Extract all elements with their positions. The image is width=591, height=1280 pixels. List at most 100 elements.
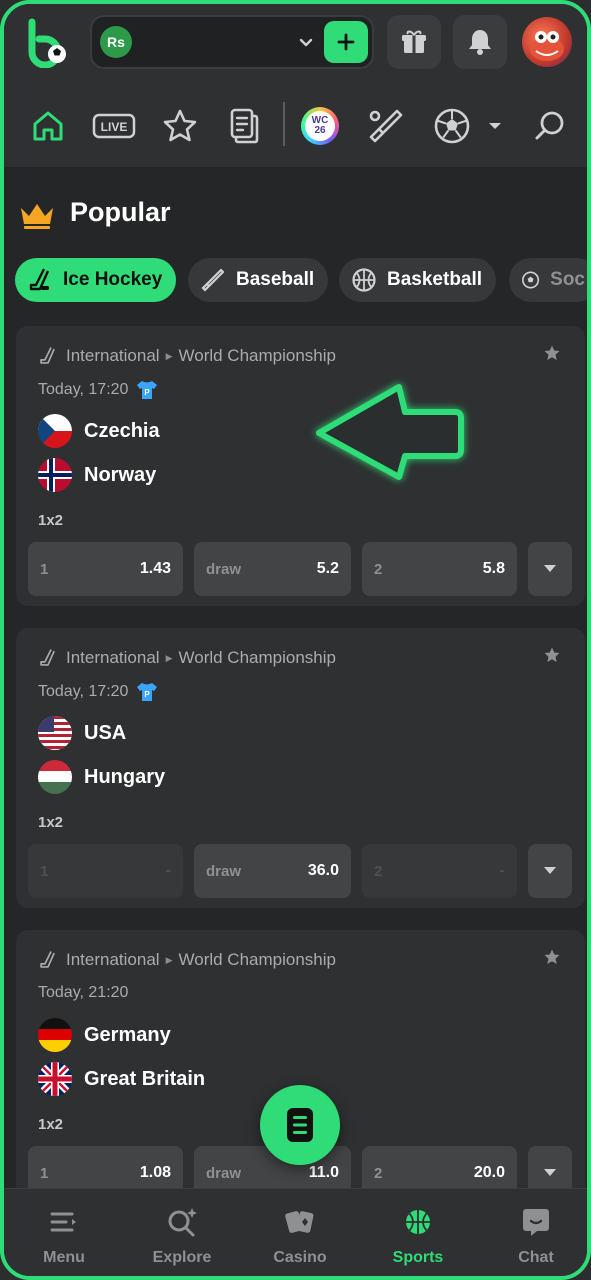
basketball-icon (352, 268, 376, 292)
bottom-nav-sports[interactable]: Sports (368, 1205, 468, 1267)
category-label: International (66, 648, 160, 667)
bottom-nav-chat[interactable]: Chat (486, 1205, 586, 1267)
odd-value: 5.8 (482, 560, 505, 577)
more-markets-button[interactable] (528, 542, 572, 596)
time-label: Today, 17:20 (38, 683, 129, 700)
odd-value: 11.0 (308, 1164, 339, 1181)
odd-label: draw (206, 862, 242, 880)
user-avatar[interactable] (522, 17, 572, 67)
hockey-icon (40, 347, 55, 364)
svg-text:P: P (145, 388, 151, 397)
match-time: Today, 17:20 P (38, 380, 158, 400)
home-icon[interactable] (26, 104, 70, 148)
logo-icon[interactable] (22, 18, 72, 69)
section-title: Popular (70, 197, 171, 227)
time-label: Today, 17:20 (38, 381, 129, 398)
match-card[interactable]: International ▶ World Championship Today… (16, 628, 585, 908)
app-frame: Rs LIVE WC 26 Popular Ice Hockey Basebal… (0, 0, 591, 1280)
odd-button-draw[interactable]: draw 36.0 (194, 844, 351, 898)
chip-basketball[interactable]: Basketball (339, 258, 497, 302)
more-markets-button[interactable] (528, 844, 572, 898)
odd-value: 1.43 (139, 560, 171, 577)
bottom-nav-casino[interactable]: Casino (250, 1205, 350, 1267)
odd-label: draw (206, 560, 242, 578)
odd-label: 1 (40, 1164, 49, 1182)
league-label: World Championship (178, 346, 336, 365)
bottom-nav-label: Explore (152, 1249, 212, 1266)
gift-icon (402, 30, 426, 53)
bell-icon (469, 30, 491, 55)
deposit-button[interactable] (324, 21, 368, 63)
live-icon[interactable]: LIVE (90, 104, 138, 148)
chip-soccer[interactable]: Soc (509, 258, 587, 302)
odd-label: 2 (374, 862, 383, 880)
hungary-flag-icon (38, 760, 72, 794)
svg-text:P: P (145, 690, 151, 699)
match-card[interactable]: International ▶ World Championship Today… (16, 930, 585, 1230)
bottom-nav-menu[interactable]: Menu (14, 1205, 114, 1267)
breadcrumb-separator-icon: ▶ (165, 652, 173, 663)
chevron-down-icon (544, 565, 556, 572)
betslip-icon (287, 1108, 313, 1142)
bottom-nav-label: Menu (43, 1249, 85, 1266)
odd-button-draw[interactable]: draw 5.2 (194, 542, 351, 596)
betslip-list-icon[interactable] (222, 104, 266, 148)
live-label: LIVE (101, 120, 128, 134)
chip-label: Basketball (387, 269, 483, 290)
bottom-nav-explore[interactable]: Explore (132, 1205, 232, 1267)
chip-baseball[interactable]: Baseball (188, 258, 329, 302)
star-icon[interactable] (543, 646, 561, 664)
cricket-icon[interactable] (364, 104, 408, 148)
chip-label: Baseball (236, 269, 315, 290)
category-label: International (66, 346, 160, 365)
bottom-nav-label: Sports (392, 1249, 444, 1266)
star-icon[interactable] (158, 104, 202, 148)
hockey-icon (29, 268, 50, 291)
baseball-bat-icon (201, 268, 225, 292)
world-cup-icon[interactable]: WC 26 (298, 104, 342, 148)
germany-flag-icon (38, 1018, 72, 1052)
wallet-selector[interactable]: Rs (90, 15, 374, 69)
odd-button-1[interactable]: 1 1.43 (28, 542, 183, 596)
odd-value: 20.0 (473, 1164, 505, 1181)
hockey-icon (40, 951, 55, 968)
chevron-down-icon[interactable] (296, 33, 316, 53)
star-icon[interactable] (543, 344, 561, 362)
team-name: Norway (84, 463, 157, 486)
shirt-icon: P (137, 381, 158, 399)
betslip-button[interactable] (260, 1085, 340, 1165)
market-label: 1x2 (38, 1116, 64, 1133)
odd-value: 5.2 (316, 560, 339, 577)
time-label: Today, 21:20 (38, 984, 129, 1001)
odd-button-2[interactable]: 2 5.8 (362, 542, 517, 596)
basketball-icon (368, 1205, 468, 1239)
bottom-nav-label: Casino (273, 1249, 327, 1266)
league-path: International ▶ World Championship (38, 648, 336, 668)
chevron-down-icon[interactable] (478, 104, 512, 148)
soccer-icon (522, 271, 540, 289)
crown-icon (21, 204, 53, 229)
explore-icon (132, 1205, 232, 1239)
home-team: USA (38, 716, 126, 750)
gift-button[interactable] (387, 15, 441, 69)
away-team: Norway (38, 458, 156, 492)
odd-value: - (165, 862, 171, 879)
plus-icon (337, 33, 355, 51)
league-label: World Championship (178, 648, 336, 667)
soccer-icon[interactable] (430, 104, 474, 148)
notifications-button[interactable] (453, 15, 507, 69)
league-path: International ▶ World Championship (38, 950, 336, 970)
search-icon[interactable] (528, 104, 572, 148)
menu-icon (14, 1205, 114, 1239)
home-team: Germany (38, 1018, 171, 1052)
market-label: 1x2 (38, 512, 64, 529)
star-icon[interactable] (543, 948, 561, 966)
home-team: Czechia (38, 414, 160, 448)
away-team: Hungary (38, 760, 165, 794)
norway-flag-icon (38, 458, 72, 492)
match-card[interactable]: International ▶ World Championship Today… (16, 326, 585, 606)
bottom-nav-label: Chat (518, 1249, 554, 1266)
odd-label: 2 (374, 1164, 383, 1182)
chip-ice-hockey[interactable]: Ice Hockey (15, 258, 177, 302)
chip-label: Soc (550, 269, 585, 290)
